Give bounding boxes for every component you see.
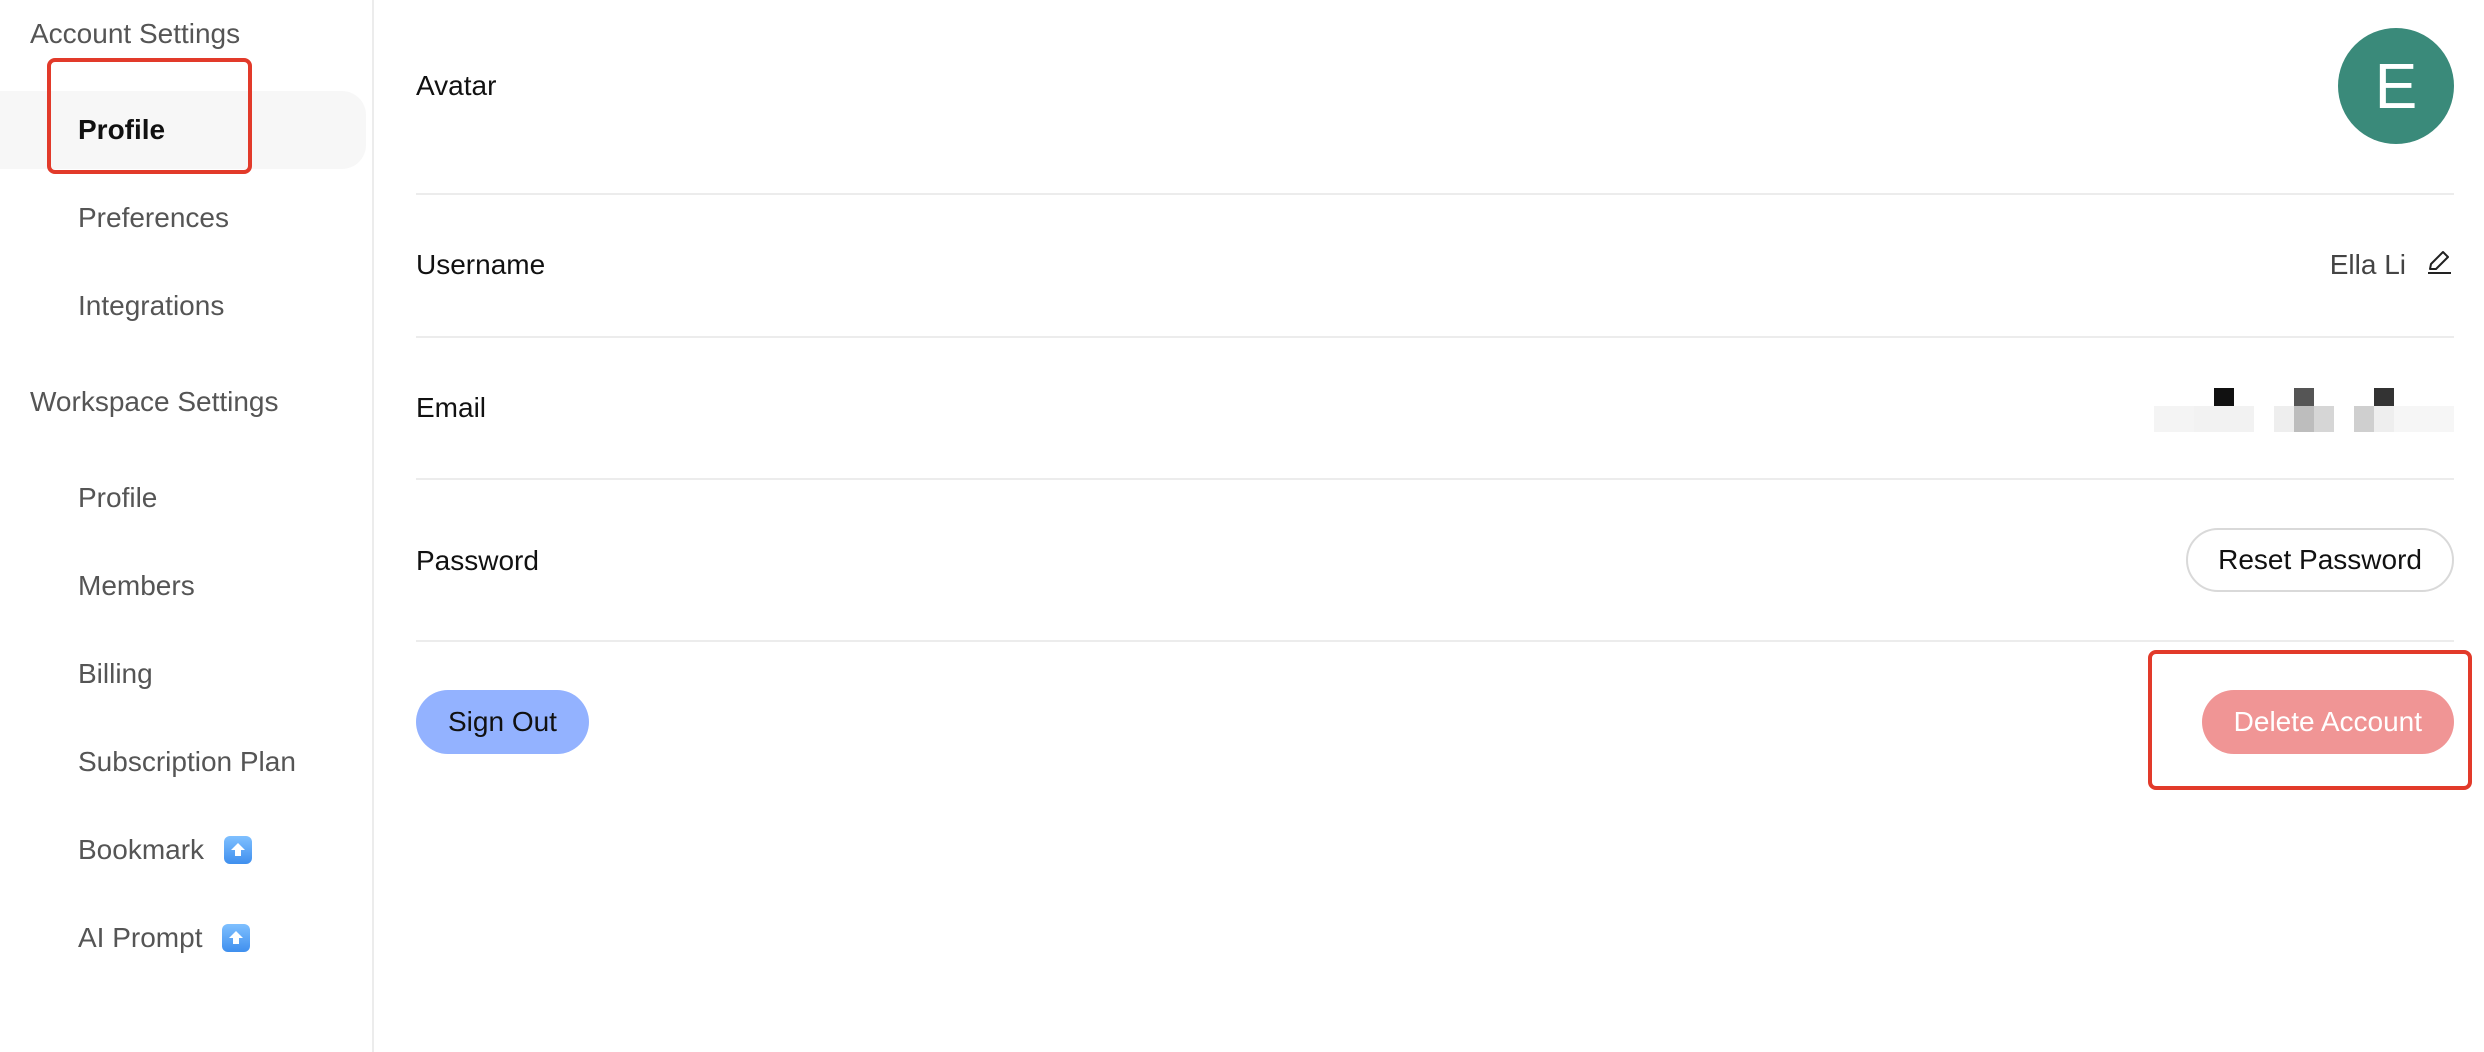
sidebar-item-label: Integrations (78, 290, 225, 321)
sidebar-item-workspace-profile[interactable]: Profile (0, 459, 366, 537)
reset-password-button[interactable]: Reset Password (2186, 528, 2454, 592)
upgrade-arrow-icon (222, 924, 251, 952)
sidebar-item-preferences[interactable]: Preferences (0, 179, 366, 257)
sidebar-item-members[interactable]: Members (0, 547, 366, 625)
avatar-label: Avatar (416, 70, 497, 101)
password-label: Password (416, 545, 539, 576)
sidebar-item-label: Members (78, 570, 195, 601)
sidebar-item-ai-prompt[interactable]: AI Prompt (0, 899, 366, 977)
settings-sidebar: Account Settings Profile Preferences Int… (0, 0, 374, 1052)
sidebar-item-label: Subscription Plan (78, 746, 296, 777)
sidebar-item-label: Profile (78, 482, 158, 513)
email-row: Email (416, 338, 2454, 480)
sidebar-item-label: AI Prompt (78, 922, 203, 953)
sidebar-item-subscription-plan[interactable]: Subscription Plan (0, 723, 366, 801)
workspace-settings-title: Workspace Settings (30, 386, 279, 417)
sign-out-button[interactable]: Sign Out (416, 690, 589, 754)
avatar-row: Avatar E (416, 0, 2454, 195)
redacted-email-icon (2154, 388, 2454, 432)
password-row: Password Reset Password (416, 480, 2454, 642)
sidebar-item-integrations[interactable]: Integrations (0, 267, 366, 345)
username-value-group: Ella Li (2330, 247, 2454, 282)
sidebar-item-label: Billing (78, 658, 153, 689)
upgrade-arrow-icon (224, 836, 253, 864)
sidebar-item-billing[interactable]: Billing (0, 635, 366, 713)
username-row: Username Ella Li (416, 195, 2454, 338)
settings-app: Account Settings Profile Preferences Int… (0, 0, 2484, 1052)
profile-settings-panel: Avatar E Username Ella Li Email Password… (416, 0, 2454, 1052)
edit-pencil-icon[interactable] (2424, 247, 2454, 282)
username-value: Ella Li (2329, 248, 2406, 280)
email-label: Email (416, 392, 487, 423)
delete-account-button[interactable]: Delete Account (2201, 690, 2454, 754)
sidebar-item-label: Profile (78, 114, 166, 145)
sidebar-item-account-profile[interactable]: Profile (0, 91, 366, 169)
username-label: Username (416, 249, 546, 280)
avatar[interactable]: E (2338, 28, 2454, 144)
sidebar-item-bookmark[interactable]: Bookmark (0, 811, 366, 889)
sidebar-item-label: Bookmark (78, 834, 205, 865)
account-settings-title: Account Settings (30, 18, 241, 49)
sidebar-item-label: Preferences (78, 202, 229, 233)
